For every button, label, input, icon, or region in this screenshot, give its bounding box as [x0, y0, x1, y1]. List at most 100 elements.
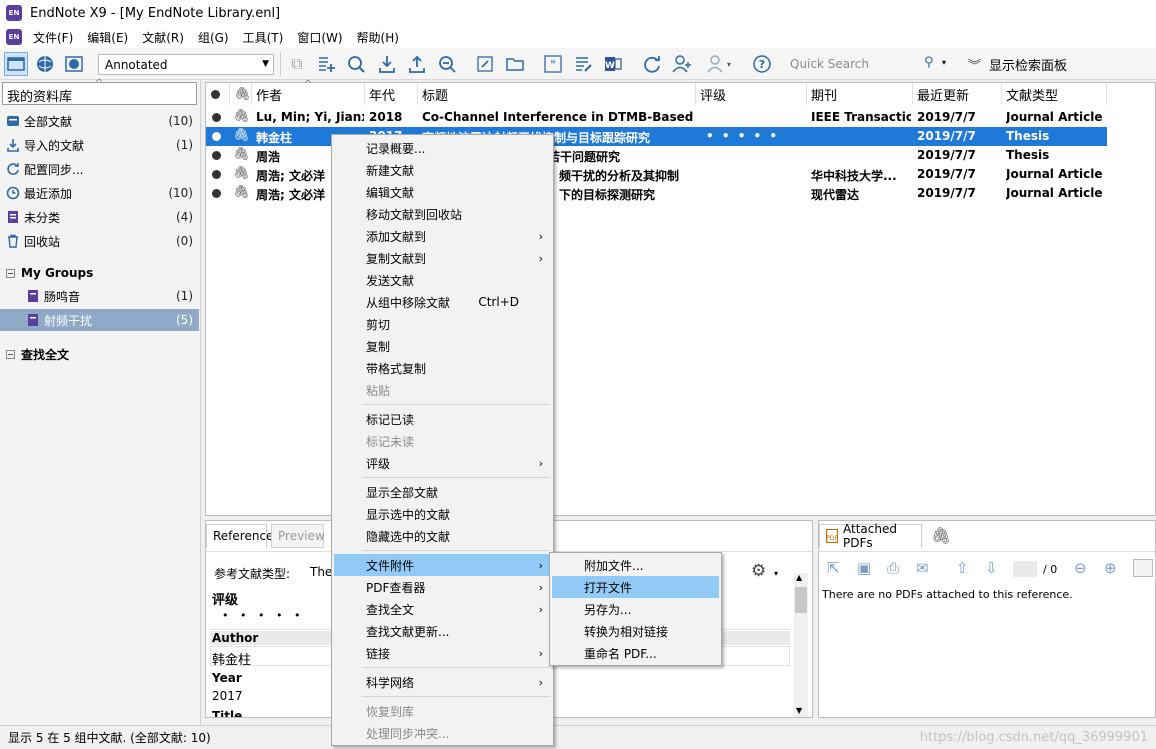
integrated-library-mode-icon[interactable]: [62, 52, 86, 76]
submenu-item-attach-file[interactable]: 附加文件...: [552, 554, 719, 576]
email-icon[interactable]: ✉: [916, 559, 929, 577]
copy-to-library-icon[interactable]: ⧉: [285, 52, 309, 76]
group-configure-sync[interactable]: 配置同步...: [0, 158, 199, 180]
find-fulltext-header[interactable]: − 查找全文: [6, 346, 69, 363]
export-icon[interactable]: [405, 52, 429, 76]
zoom-select[interactable]: [1133, 559, 1153, 577]
menu-item-show-all[interactable]: 显示全部文献: [334, 481, 551, 503]
import-icon[interactable]: [375, 52, 399, 76]
year-value[interactable]: 2017: [212, 689, 243, 703]
column-year[interactable]: 年代: [365, 83, 418, 105]
menu-item-mark-read[interactable]: 标记已读: [334, 408, 551, 430]
submenu-item-rename-pdf[interactable]: 重命名 PDF...: [552, 642, 719, 664]
menu-item-show-selected[interactable]: 显示选中的文献: [334, 503, 551, 525]
table-row[interactable]: 🖇 Lu, Min; Yi, Jianxi... 2018 Co-Channel…: [206, 108, 1107, 127]
column-last-updated[interactable]: 最近更新: [913, 83, 1002, 105]
menu-item-rating[interactable]: 评级 ›: [334, 452, 551, 474]
share-library-icon[interactable]: [670, 52, 694, 76]
submenu-item-convert-relative-link[interactable]: 转换为相对链接: [552, 620, 719, 642]
collapse-icon[interactable]: −: [6, 350, 15, 359]
menu-file[interactable]: 文件(F): [26, 29, 80, 46]
menu-item-add-to[interactable]: 添加文献到 ›: [334, 225, 551, 247]
group-item-selected[interactable]: 射频干扰 (5): [0, 309, 199, 331]
menu-item-record-summary[interactable]: 记录概要...: [334, 137, 551, 159]
menu-item-copy[interactable]: 复制: [334, 335, 551, 357]
menu-item-resolve-sync-conflicts[interactable]: 处理同步冲突...: [334, 722, 551, 744]
group-imported-references[interactable]: 导入的文献 (1): [0, 134, 199, 156]
quick-search-input[interactable]: Quick Search: [783, 52, 963, 76]
detail-scrollbar[interactable]: ▲ ▼: [794, 573, 808, 717]
menu-item-mark-unread[interactable]: 标记未读: [334, 430, 551, 452]
menu-item-cut[interactable]: 剪切: [334, 313, 551, 335]
my-groups-header[interactable]: − My Groups: [6, 266, 93, 280]
open-pdf-icon[interactable]: ⇱: [827, 559, 840, 577]
submenu-item-save-as[interactable]: 另存为...: [552, 598, 719, 620]
scroll-thumb[interactable]: [795, 587, 807, 613]
gear-icon[interactable]: ⚙: [751, 561, 766, 581]
menu-item-pdf-viewer[interactable]: PDF查看器 ›: [334, 576, 551, 598]
sync-icon[interactable]: [640, 52, 664, 76]
find-fulltext-icon[interactable]: [435, 52, 459, 76]
menu-item-url[interactable]: 链接 ›: [334, 642, 551, 664]
menu-item-copy-formatted[interactable]: 带格式复制: [334, 357, 551, 379]
menu-groups[interactable]: 组(G): [191, 29, 236, 46]
menu-item-edit-reference[interactable]: 编辑文献: [334, 181, 551, 203]
tab-preview[interactable]: Preview: [271, 524, 325, 548]
new-reference-icon[interactable]: [314, 52, 338, 76]
menu-item-send-reference[interactable]: 发送文献: [334, 269, 551, 291]
column-journal[interactable]: 期刊: [807, 83, 913, 105]
menu-item-move-to-trash[interactable]: 移动文献到回收站: [334, 203, 551, 225]
column-rating[interactable]: 评级: [696, 83, 807, 105]
attachment-column[interactable]: 🖇: [230, 83, 252, 105]
rating-dots[interactable]: • • • • •: [222, 609, 304, 622]
column-reference-type[interactable]: 文献类型: [1002, 83, 1107, 105]
menu-help[interactable]: 帮助(H): [350, 29, 406, 46]
save-icon[interactable]: ▣: [857, 559, 871, 577]
group-trash[interactable]: 回收站 (0): [0, 230, 199, 252]
scroll-up-icon[interactable]: ▲: [796, 573, 802, 582]
submenu-item-open-file[interactable]: 打开文件: [552, 576, 719, 598]
tab-reference[interactable]: Reference: [206, 524, 273, 548]
group-all-references[interactable]: 全部文献 (10): [0, 110, 199, 132]
menu-item-copy-to[interactable]: 复制文献到 ›: [334, 247, 551, 269]
endnote-doc-icon[interactable]: EN: [6, 29, 22, 45]
menu-item-find-fulltext[interactable]: 查找全文 ›: [334, 598, 551, 620]
menu-item-find-updates[interactable]: 查找文献更新...: [334, 620, 551, 642]
menu-item-web-of-science[interactable]: 科学网络 ›: [334, 671, 551, 693]
menu-window[interactable]: 窗口(W): [290, 29, 349, 46]
group-unfiled[interactable]: 未分类 (4): [0, 206, 199, 228]
scroll-down-icon[interactable]: ▼: [796, 706, 802, 715]
page-number-input[interactable]: [1013, 561, 1037, 577]
online-search-mode-icon[interactable]: [33, 52, 57, 76]
menu-item-new-reference[interactable]: 新建文献: [334, 159, 551, 181]
menu-tools[interactable]: 工具(T): [236, 29, 291, 46]
zoom-in-icon[interactable]: ⊕: [1104, 559, 1117, 577]
help-icon[interactable]: ?: [750, 52, 774, 76]
menu-item-paste[interactable]: 粘贴: [334, 379, 551, 401]
menu-item-restore-to-library[interactable]: 恢复到库: [334, 700, 551, 722]
paperclip-icon[interactable]: 🖇: [931, 526, 951, 545]
read-status-column[interactable]: [206, 83, 230, 105]
local-library-mode-icon[interactable]: [4, 52, 28, 76]
search-options-chevron-icon[interactable]: ▾: [942, 58, 946, 67]
next-page-icon[interactable]: ⇩: [985, 559, 998, 577]
show-search-panel-button[interactable]: ︾ 显示检索面板: [968, 55, 1067, 74]
menu-edit[interactable]: 编辑(E): [80, 29, 135, 46]
menu-item-hide-selected[interactable]: 隐藏选中的文献: [334, 525, 551, 547]
chevron-down-icon[interactable]: ▾: [774, 569, 778, 578]
previous-page-icon[interactable]: ⇧: [956, 559, 969, 577]
group-item[interactable]: 肠鸣音 (1): [0, 285, 199, 307]
format-bibliography-icon[interactable]: [571, 52, 595, 76]
group-recently-added[interactable]: 最近添加 (10): [0, 182, 199, 204]
collapse-icon[interactable]: −: [6, 268, 15, 278]
share-group-icon[interactable]: ▾: [702, 52, 736, 76]
menu-item-file-attachments[interactable]: 文件附件 ›: [334, 554, 551, 576]
online-search-icon[interactable]: [344, 52, 368, 76]
menu-references[interactable]: 文献(R): [135, 29, 191, 46]
open-link-icon[interactable]: [473, 52, 497, 76]
print-icon[interactable]: ⎙: [887, 559, 899, 577]
search-icon[interactable]: ⚲: [924, 55, 934, 70]
open-file-icon[interactable]: [503, 52, 527, 76]
word-icon[interactable]: W: [601, 52, 625, 76]
tab-attached-pdfs[interactable]: PDF Attached PDFs: [819, 522, 922, 550]
